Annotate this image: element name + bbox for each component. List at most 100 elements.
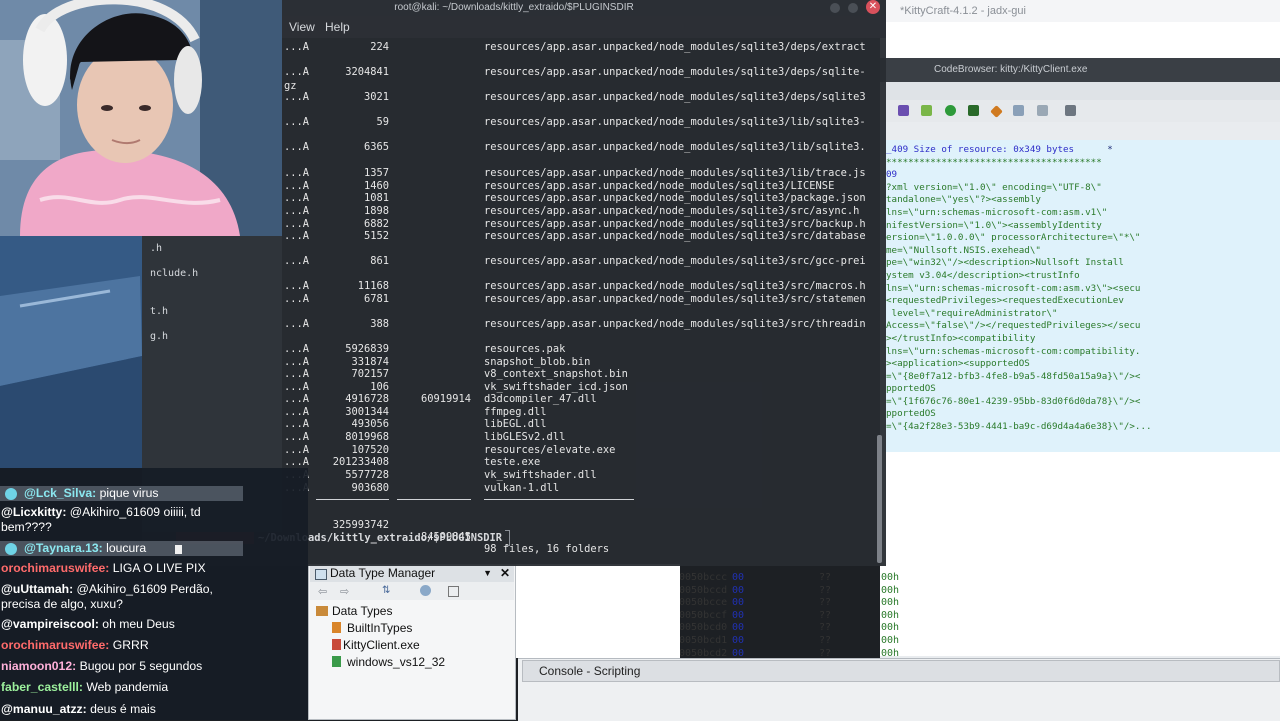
chat-username[interactable]: @Licxkitty: — [1, 505, 66, 519]
chat-username[interactable]: orochimaruswifee: — [1, 561, 109, 575]
listing-line: nifestVersion=\"1.0\"><assemblyIdentity — [886, 219, 1102, 231]
tool-icon[interactable] — [1036, 105, 1048, 116]
hex-row[interactable]: 0050bcce 00?? 00h — [679, 597, 899, 609]
hex-q: ?? — [819, 597, 832, 609]
name-cell: resources/app.asar.unpacked/node_modules… — [484, 41, 866, 53]
divider — [316, 499, 389, 500]
close-icon[interactable]: ✕ — [866, 0, 880, 14]
name-cell: teste.exe — [484, 456, 541, 468]
hex-addr: 0050bccc — [679, 572, 728, 583]
tree-item-builtintypes[interactable]: BuiltInTypes — [332, 621, 412, 635]
menu-help[interactable]: Help — [325, 20, 350, 34]
file-item[interactable]: g.h — [150, 331, 168, 342]
listing-line: lns=\"urn:schemas-microsoft-com:compatib… — [886, 345, 1141, 357]
chat-username[interactable]: orochimaruswifee: — [1, 638, 109, 652]
jadx-window-title: *KittyCraft-4.1.2 - jadx-gui — [880, 0, 1280, 22]
menu-view[interactable]: View — [289, 20, 315, 34]
tool-icon[interactable] — [1013, 105, 1025, 116]
name-cell: resources/app.asar.unpacked/node_modules… — [484, 167, 866, 179]
chat-text: precisa de algo, xuxu? — [1, 597, 123, 611]
background-photo — [0, 236, 142, 468]
settings-icon[interactable] — [420, 585, 431, 596]
chat-message: bem???? — [1, 520, 52, 535]
name-cell: snapshot_blob.bin — [484, 356, 591, 368]
listing-line: ystem v3.04</description><trustInfo — [886, 269, 1080, 281]
name-cell: resources/app.asar.unpacked/node_modules… — [484, 91, 866, 103]
tool-icon[interactable] — [921, 105, 933, 116]
tool-icon[interactable] — [989, 105, 1003, 118]
hex-row[interactable]: 0050bccd 00?? 00h — [679, 584, 899, 597]
listing-line: pportedOS — [886, 408, 936, 420]
chat-message: orochimaruswifee: GRRR — [1, 638, 149, 653]
back-icon[interactable]: ⇦ — [318, 585, 327, 598]
chat-username[interactable]: @Lck_Silva: — [24, 486, 96, 500]
name-cell: v8_context_snapshot.bin — [484, 368, 628, 380]
chat-username[interactable]: niamoon012: — [1, 659, 76, 673]
hex-row[interactable]: 0050bcd0 00?? 00h — [679, 622, 899, 634]
forward-icon[interactable]: ⇨ — [340, 585, 349, 598]
hex-val: 00 — [732, 622, 745, 634]
name-cell: d3dcompiler_47.dll — [484, 393, 597, 405]
size-cell: 5152 — [363, 230, 389, 242]
hex-val: 00 — [732, 572, 745, 583]
tool-icon[interactable] — [1065, 105, 1077, 116]
chat-username[interactable]: @Taynara.13: — [24, 541, 103, 555]
hex-h: 00h — [881, 584, 900, 596]
tool-icon[interactable] — [898, 105, 909, 116]
name-cell: resources/app.asar.unpacked/node_modules… — [484, 280, 866, 292]
hex-h: 00h — [881, 609, 900, 621]
file-item[interactable]: nclude.h — [150, 268, 198, 279]
console-title: Console - Scripting — [522, 660, 1280, 682]
hex-val: 00 — [732, 597, 745, 609]
hex-row[interactable]: 0050bccf 00?? 00h — [679, 609, 899, 622]
size-cell: 6882 — [363, 218, 389, 230]
listing-line: =\"{8e0f7a12-bfb3-4fe8-b9a5-48fd50a15a9a… — [886, 370, 1141, 382]
tree-item-kittyclient[interactable]: KittyClient.exe — [332, 638, 420, 652]
close-icon[interactable]: ✕ — [500, 566, 510, 581]
tool-icon[interactable] — [968, 105, 980, 116]
arrange-icon[interactable]: ⇅ — [382, 585, 390, 596]
size-cell: 388 — [370, 318, 389, 330]
wrapped-text: gz — [284, 80, 297, 92]
size-cell: 59 — [376, 116, 389, 128]
tree-item-label: KittyClient.exe — [343, 638, 420, 652]
listing-line: Access=\"false\"/></requestedPrivileges>… — [886, 320, 1141, 332]
listing-line: =\"{1f676c76-80e1-4239-95bb-83d0f6d0da78… — [886, 395, 1141, 407]
name-cell: resources/elevate.exe — [484, 444, 616, 456]
name-cell: vk_swiftshader_icd.json — [484, 381, 628, 393]
hex-val: 00 — [732, 609, 745, 621]
maximize-icon[interactable] — [848, 3, 858, 13]
chat-message: @vampireiscool: oh meu Deus — [1, 617, 175, 632]
file-item[interactable]: t.h — [150, 306, 168, 317]
run-icon[interactable] — [944, 105, 956, 116]
chat-message: @Lck_Silva: pique virus — [0, 486, 243, 501]
size-cell: 106 — [370, 381, 389, 393]
code-listing: _409 Size of resource: 0x349 bytes * ***… — [880, 140, 1280, 452]
name-cell: resources/app.asar.unpacked/node_modules… — [484, 192, 866, 204]
minimize-icon[interactable] — [830, 3, 840, 13]
hex-q: ?? — [819, 584, 832, 596]
listing-line: =\"{4a2f28e3-53b9-4441-ba9c-d69d4a4a6e38… — [886, 421, 1152, 433]
text-cursor — [175, 545, 182, 554]
size-cell: 1898 — [363, 205, 389, 217]
tree-item-windows[interactable]: windows_vs12_32 — [332, 655, 445, 669]
tree-root[interactable]: Data Types — [316, 604, 392, 618]
tree-item-label: BuiltInTypes — [347, 621, 413, 635]
tree-root-label: Data Types — [332, 604, 393, 618]
chat-username[interactable]: @uUttamah: — [1, 582, 73, 596]
file-item[interactable]: .h — [150, 243, 162, 254]
chevron-down-icon[interactable]: ▼ — [483, 566, 492, 581]
hex-q: ?? — [819, 572, 832, 583]
listing-line: ></trustInfo><compatibility — [886, 332, 1036, 344]
collapse-icon[interactable] — [448, 586, 459, 597]
size-cell: 224 — [370, 41, 389, 53]
chat-text: Bugou por 5 segundos — [79, 659, 203, 673]
hex-row[interactable]: 0050bcd1 00?? 00h — [679, 635, 899, 647]
chat-username[interactable]: @manuu_atzz: — [1, 702, 87, 716]
terminal-scrollbar[interactable] — [877, 435, 882, 563]
listing-line: ><application><supportedOS — [886, 358, 1030, 370]
hex-row[interactable]: 0050bccc 00?? 00h — [679, 572, 899, 584]
chat-username[interactable]: faber_castelll: — [1, 680, 83, 694]
panel-title-label: Data Type Manager — [330, 566, 436, 580]
chat-username[interactable]: @vampireiscool: — [1, 617, 99, 631]
